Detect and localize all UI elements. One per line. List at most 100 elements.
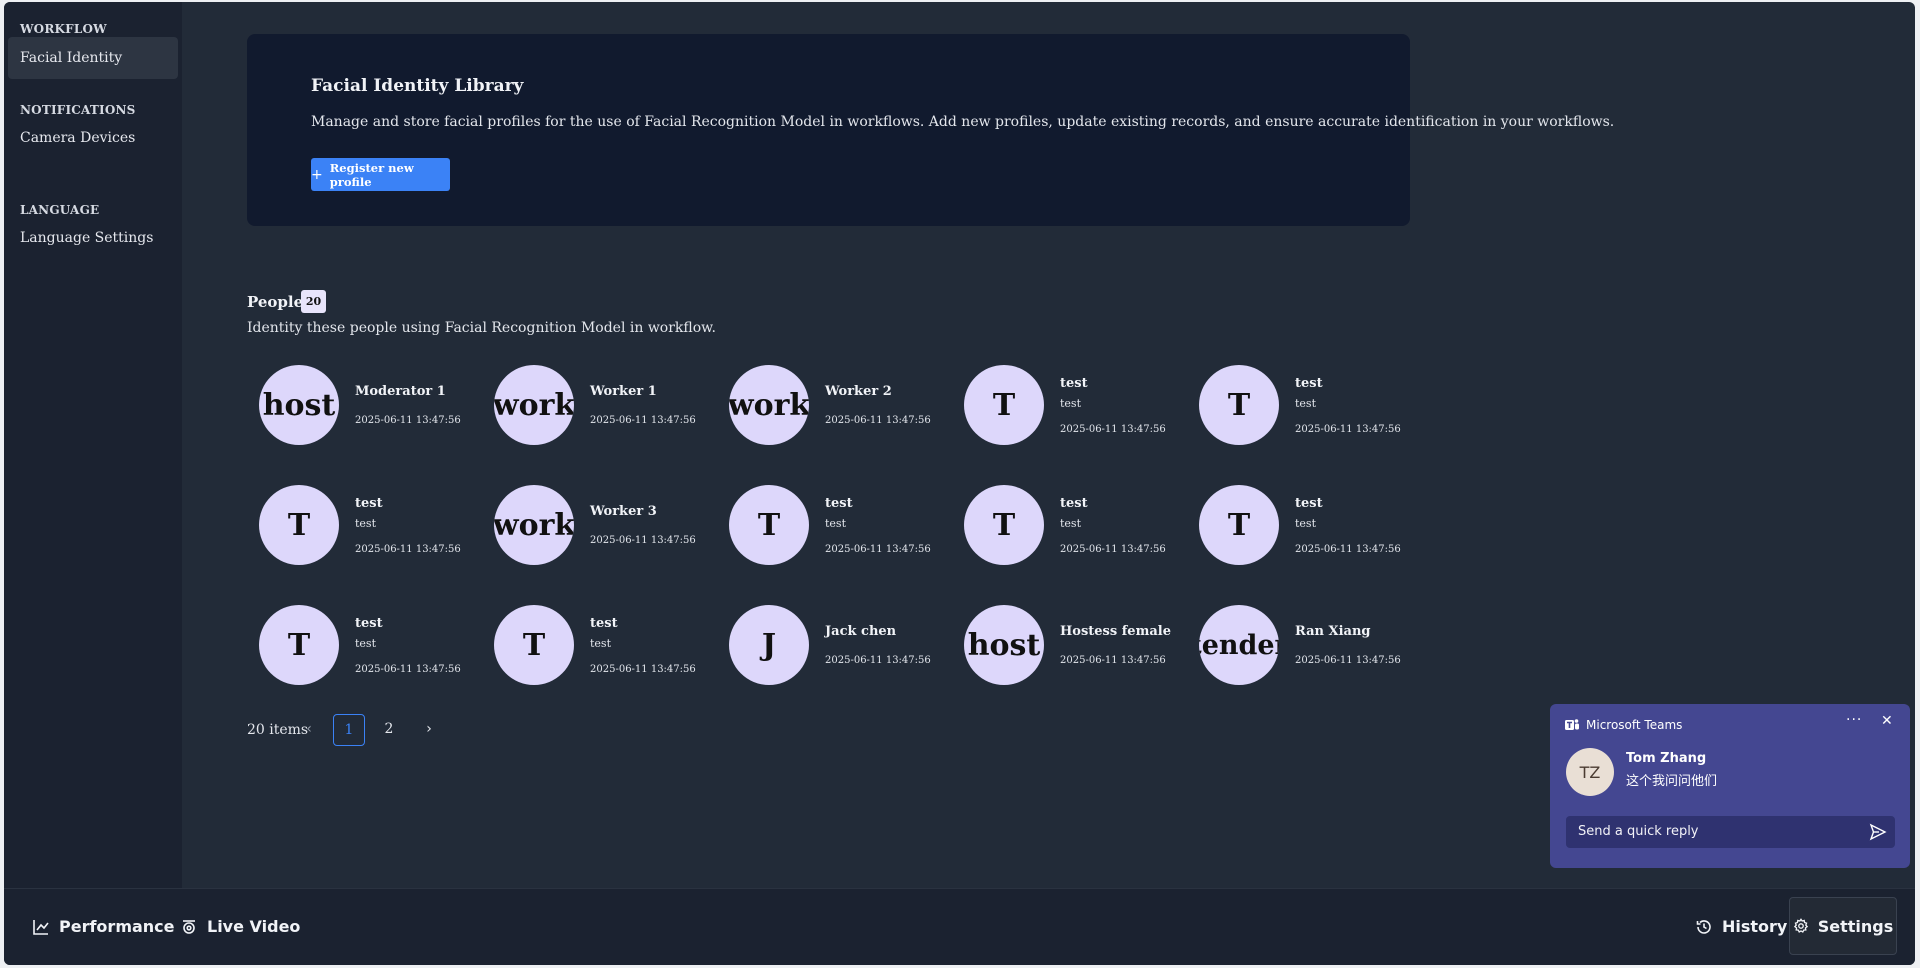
library-header-panel: Facial Identity Library Manage and store…	[247, 34, 1614, 226]
person-subtitle: test	[355, 637, 376, 650]
sidebar-section-notifications: NOTIFICATIONS	[20, 103, 136, 117]
toast-sender-name: Tom Zhang	[1626, 751, 1707, 766]
person-timestamp: 2025-06-11 13:47:56	[590, 415, 696, 426]
sidebar-item-label: Camera Devices	[20, 130, 136, 146]
person-card[interactable]: Ttest test 2025-06-11 13:47:56	[952, 484, 1172, 566]
person-timestamp: 2025-06-11 13:47:56	[1060, 655, 1166, 666]
person-name: test	[355, 496, 383, 511]
sidebar-item-facial-identity[interactable]: Facial Identity	[8, 37, 178, 79]
gear-icon	[1793, 918, 1808, 933]
settings-label: Settings	[1817, 916, 1894, 936]
person-card[interactable]: Ttest test 2025-06-11 13:47:56	[1187, 484, 1407, 566]
avatar: T	[259, 485, 339, 565]
avatar: work	[494, 485, 574, 565]
person-timestamp: 2025-06-11 13:47:56	[1060, 544, 1166, 555]
person-subtitle: test	[825, 517, 846, 530]
person-timestamp: 2025-06-11 13:47:56	[590, 535, 696, 546]
people-description: Identity these people using Facial Recog…	[247, 320, 716, 336]
person-card[interactable]: Ttest test 2025-06-11 13:47:56	[717, 484, 937, 566]
person-timestamp: 2025-06-11 13:47:56	[355, 544, 461, 555]
person-card[interactable]: work Worker 1 2025-06-11 13:47:56	[482, 364, 702, 446]
person-card[interactable]: tender Ran Xiang 2025-06-11 13:47:56	[1187, 604, 1407, 686]
sidebar-section-workflow: WORKFLOW	[20, 22, 107, 36]
person-subtitle: test	[1295, 397, 1316, 410]
page-description: Manage and store facial profiles for the…	[311, 114, 1615, 130]
avatar: host	[259, 365, 339, 445]
toast-app-name: Microsoft Teams	[1586, 718, 1683, 732]
person-timestamp: 2025-06-11 13:47:56	[825, 655, 931, 666]
person-card[interactable]: J Jack chen 2025-06-11 13:47:56	[717, 604, 937, 686]
person-timestamp: 2025-06-11 13:47:56	[1295, 544, 1401, 555]
person-subtitle: test	[1060, 397, 1081, 410]
sidebar-item-language-settings[interactable]: Language Settings	[8, 217, 178, 259]
sidebar-item-camera-devices[interactable]: Camera Devices	[8, 117, 178, 159]
person-card[interactable]: Ttest test 2025-06-11 13:47:56	[247, 604, 467, 686]
person-timestamp: 2025-06-11 13:47:56	[355, 415, 461, 426]
more-icon[interactable]: ···	[1846, 712, 1862, 728]
person-name: test	[1295, 376, 1323, 391]
person-card[interactable]: Ttest test 2025-06-11 13:47:56	[247, 484, 467, 566]
quick-reply-input[interactable]: Send a quick reply	[1566, 816, 1895, 848]
person-card[interactable]: work Worker 2 2025-06-11 13:47:56	[717, 364, 937, 446]
person-subtitle: test	[590, 637, 611, 650]
avatar: T	[964, 485, 1044, 565]
person-timestamp: 2025-06-11 13:47:56	[825, 415, 931, 426]
teams-logo-icon	[1565, 719, 1579, 730]
bottom-toolbar: Performance Live Video History Settings	[4, 888, 1915, 965]
person-card[interactable]: work Worker 3 2025-06-11 13:47:56	[482, 484, 702, 566]
chevron-right-icon[interactable]: ›	[413, 714, 445, 746]
page-button-1[interactable]: 1	[333, 714, 365, 746]
avatar: T	[1199, 365, 1279, 445]
person-subtitle: test	[355, 517, 376, 530]
person-name: test	[590, 616, 618, 631]
performance-label: Performance	[59, 917, 175, 936]
person-timestamp: 2025-06-11 13:47:56	[1295, 424, 1401, 435]
person-card[interactable]: host Hostess female 2025-06-11 13:47:56	[952, 604, 1172, 686]
sidebar: WORKFLOW Facial Identity NOTIFICATIONS C…	[4, 2, 182, 888]
send-icon[interactable]	[1869, 823, 1887, 841]
person-name: test	[355, 616, 383, 631]
person-subtitle: test	[1295, 517, 1316, 530]
avatar: work	[729, 365, 809, 445]
person-name: Jack chen	[825, 624, 897, 639]
person-subtitle: test	[1060, 517, 1081, 530]
person-card[interactable]: Ttest test 2025-06-11 13:47:56	[482, 604, 702, 686]
live-video-button[interactable]: Live Video	[180, 917, 300, 936]
person-card[interactable]: host Moderator 1 2025-06-11 13:47:56	[247, 364, 467, 446]
avatar: TZ	[1566, 748, 1614, 796]
live-video-label: Live Video	[207, 917, 301, 936]
person-name: Hostess female	[1060, 624, 1171, 639]
chevron-left-icon[interactable]: ‹	[293, 714, 325, 746]
person-timestamp: 2025-06-11 13:47:56	[1295, 655, 1401, 666]
person-card[interactable]: Ttest test 2025-06-11 13:47:56	[1187, 364, 1407, 446]
person-timestamp: 2025-06-11 13:47:56	[825, 544, 931, 555]
person-timestamp: 2025-06-11 13:47:56	[1060, 424, 1166, 435]
chart-line-icon	[33, 919, 49, 935]
avatar: T	[964, 365, 1044, 445]
person-name: test	[1295, 496, 1323, 511]
person-name: test	[825, 496, 853, 511]
sidebar-item-label: Facial Identity	[20, 50, 123, 66]
avatar: T	[1199, 485, 1279, 565]
person-name: test	[1060, 496, 1088, 511]
teams-notification[interactable]: Microsoft Teams ··· ✕ TZ Tom Zhang 这个我问问…	[1550, 704, 1910, 868]
person-timestamp: 2025-06-11 13:47:56	[590, 664, 696, 675]
person-card[interactable]: Ttest test 2025-06-11 13:47:56	[952, 364, 1172, 446]
avatar: J	[729, 605, 809, 685]
sidebar-item-label: Language Settings	[20, 230, 154, 246]
avatar: T	[259, 605, 339, 685]
settings-button[interactable]: Settings	[1789, 897, 1897, 955]
close-icon[interactable]: ✕	[1881, 713, 1893, 729]
toast-message: 这个我问问他们	[1626, 774, 1718, 789]
quick-reply-placeholder: Send a quick reply	[1578, 824, 1699, 839]
person-name: Worker 3	[590, 504, 657, 519]
history-button[interactable]: History	[1695, 917, 1787, 936]
avatar: T	[494, 605, 574, 685]
plus-icon: +	[311, 166, 323, 183]
page-button-2[interactable]: 2	[373, 714, 405, 746]
performance-button[interactable]: Performance	[32, 917, 175, 936]
person-name: test	[1060, 376, 1088, 391]
person-name: Worker 1	[590, 384, 657, 399]
register-profile-button[interactable]: + Register new profile	[311, 158, 450, 191]
avatar: T	[729, 485, 809, 565]
